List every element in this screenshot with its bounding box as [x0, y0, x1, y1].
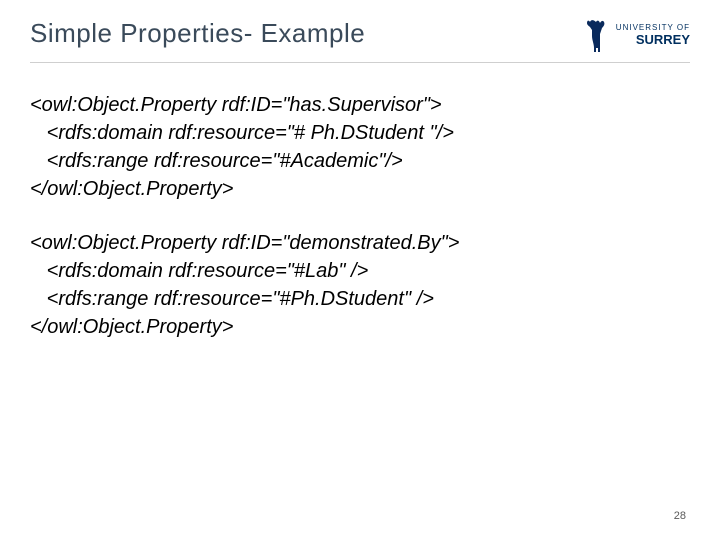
code-line: <rdfs:domain rdf:resource="# Ph.DStudent… [30, 122, 454, 144]
code-line: </owl:Object.Property> [30, 178, 233, 200]
code-line: <owl:Object.Property rdf:ID="has.Supervi… [30, 94, 442, 116]
logo-name: SURREY [616, 33, 690, 47]
code-block-1: <owl:Object.Property rdf:ID="has.Supervi… [30, 91, 690, 203]
university-logo: UNIVERSITY OF SURREY [582, 18, 690, 54]
logo-text: UNIVERSITY OF SURREY [616, 24, 690, 47]
slide-number: 28 [674, 510, 686, 522]
stag-icon [582, 18, 610, 54]
code-line: <rdfs:range rdf:resource="#Academic"/> [30, 150, 403, 172]
code-line: </owl:Object.Property> [30, 316, 233, 338]
code-block-2: <owl:Object.Property rdf:ID="demonstrate… [30, 229, 690, 341]
slide-title: Simple Properties- Example [30, 18, 365, 49]
code-line: <owl:Object.Property rdf:ID="demonstrate… [30, 232, 459, 254]
code-line: <rdfs:domain rdf:resource="#Lab" /> [30, 260, 368, 282]
slide-header: Simple Properties- Example UNIVERSITY OF… [0, 0, 720, 54]
code-line: <rdfs:range rdf:resource="#Ph.DStudent" … [30, 288, 434, 310]
slide-content: <owl:Object.Property rdf:ID="has.Supervi… [0, 63, 720, 341]
